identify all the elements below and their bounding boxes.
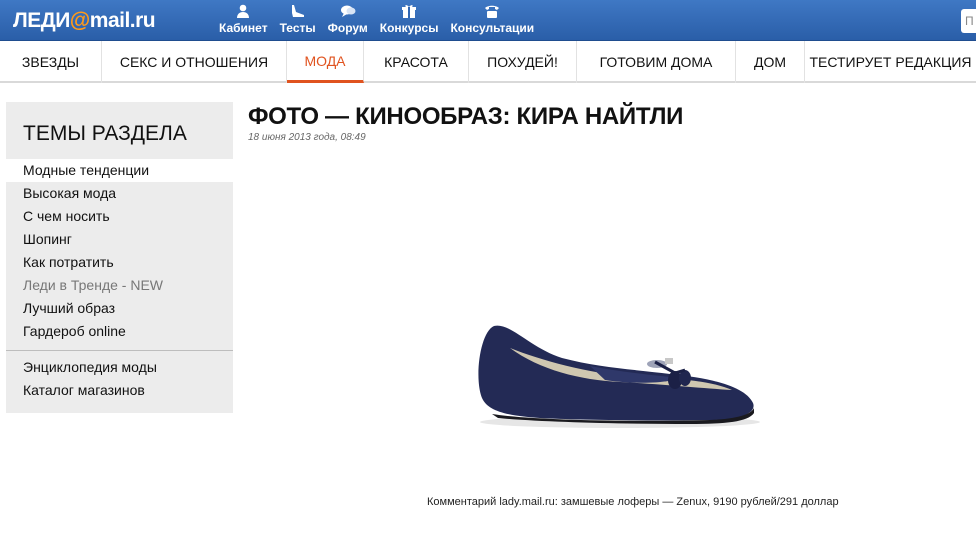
gift-icon (402, 5, 417, 18)
article-date: 18 июня 2013 года, 08:49 (248, 132, 366, 143)
photo-caption: Комментарий lady.mail.ru: замшевые лофер… (427, 496, 839, 508)
nav-item-fashion[interactable]: МОДА (287, 41, 364, 83)
phone-icon (485, 5, 500, 18)
sidebar-item-shopping[interactable]: Шопинг (6, 228, 233, 251)
section-sidebar: ТЕМЫ РАЗДЕЛА Модные тенденции Высокая мо… (6, 102, 233, 413)
loafer-photo[interactable] (470, 318, 765, 430)
shoe-icon (291, 5, 304, 17)
nav-item-relationships[interactable]: СЕКС И ОТНОШЕНИЯ (102, 41, 287, 83)
logo-prefix: ЛЕДИ (13, 9, 70, 32)
main-nav: ЗВЕЗДЫ СЕКС И ОТНОШЕНИЯ МОДА КРАСОТА ПОХ… (0, 41, 976, 83)
sidebar-item-shop-catalog[interactable]: Каталог магазинов (6, 379, 233, 402)
top-link-label: Консультации (450, 21, 535, 35)
sidebar-item-wardrobe-online[interactable]: Гардероб online (6, 320, 233, 343)
top-bar: ЛЕДИ@mail.ru Кабинет Тесты Форум Конкурс… (0, 0, 976, 41)
sidebar-item-haute-couture[interactable]: Высокая мода (6, 182, 233, 205)
top-link-tests[interactable]: Тесты (274, 0, 322, 41)
nav-item-editorial-tests[interactable]: ТЕСТИРУЕТ РЕДАКЦИЯ (805, 41, 976, 83)
nav-item-lose-weight[interactable]: ПОХУДЕЙ! (469, 41, 577, 83)
top-links: Кабинет Тесты Форум Конкурсы Консультаци… (213, 0, 540, 41)
nav-item-home[interactable]: ДОМ (736, 41, 805, 83)
nav-item-stars[interactable]: ЗВЕЗДЫ (0, 41, 102, 83)
sidebar-item-how-to-spend[interactable]: Как потратить (6, 251, 233, 274)
chat-icon (340, 5, 356, 17)
top-link-label: Тесты (279, 21, 316, 35)
top-link-label: Конкурсы (379, 21, 439, 35)
sidebar-item-trends[interactable]: Модные тенденции (6, 159, 233, 182)
page-title: ФОТО — КИНООБРАЗ: КИРА НАЙТЛИ (248, 103, 684, 130)
sidebar-item-what-to-wear[interactable]: С чем носить (6, 205, 233, 228)
top-link-forum[interactable]: Форум (322, 0, 374, 41)
sidebar-item-best-look[interactable]: Лучший образ (6, 297, 233, 320)
logo-suffix: mail.ru (89, 9, 156, 32)
top-link-consultations[interactable]: Консультации (444, 0, 540, 41)
top-link-label: Кабинет (219, 21, 268, 35)
site-logo[interactable]: ЛЕДИ@mail.ru (13, 9, 156, 33)
top-link-cabinet[interactable]: Кабинет (213, 0, 274, 41)
top-link-label: Форум (327, 21, 368, 35)
sidebar-title: ТЕМЫ РАЗДЕЛА (23, 122, 187, 145)
nav-item-cooking[interactable]: ГОТОВИМ ДОМА (577, 41, 736, 83)
search-input[interactable]: П (961, 9, 976, 33)
nav-item-beauty[interactable]: КРАСОТА (364, 41, 469, 83)
logo-at: @ (69, 9, 90, 32)
sidebar-item-lady-in-trend[interactable]: Леди в Тренде - NEW (6, 274, 233, 297)
top-link-contests[interactable]: Конкурсы (374, 0, 445, 41)
sidebar-divider (6, 350, 233, 351)
user-icon (237, 4, 250, 18)
sidebar-item-encyclopedia[interactable]: Энциклопедия моды (6, 356, 233, 379)
